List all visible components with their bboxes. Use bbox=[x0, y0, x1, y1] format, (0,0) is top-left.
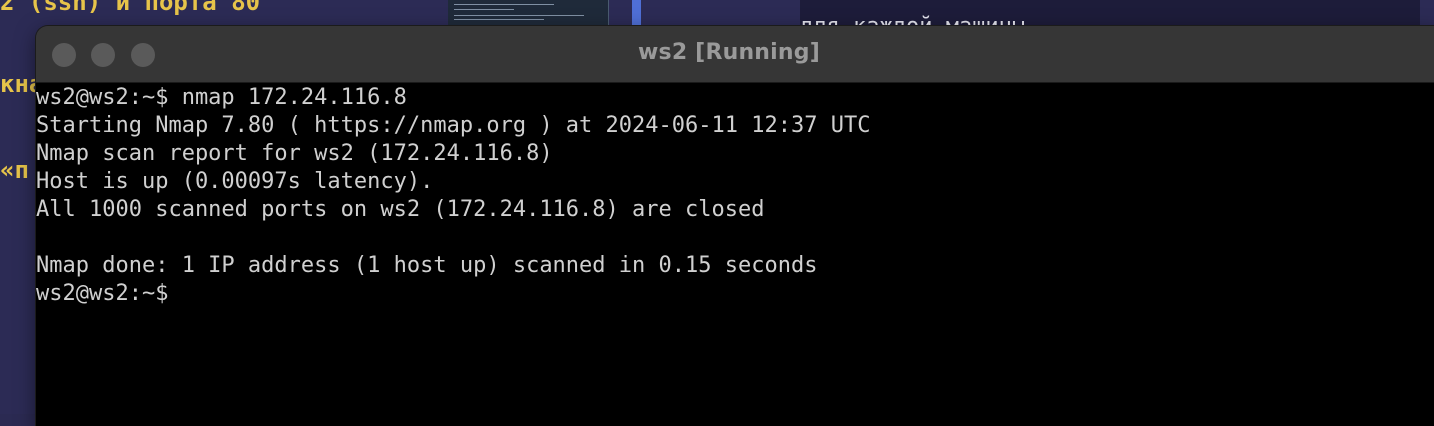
terminal-line-start: Starting Nmap 7.80 ( https://nmap.org ) … bbox=[36, 113, 871, 138]
terminal-line-ports: All 1000 scanned ports on ws2 (172.24.11… bbox=[36, 197, 765, 222]
vm-window: ws2 [Running] ws2@ws2:~$ nmap 172.24.116… bbox=[36, 26, 1434, 426]
terminal-line-done: Nmap done: 1 IP address (1 host up) scan… bbox=[36, 253, 818, 278]
background-thumbnail bbox=[448, 0, 609, 26]
terminal-screen[interactable]: ws2@ws2:~$ nmap 172.24.116.8 Starting Nm… bbox=[36, 83, 1434, 426]
window-titlebar[interactable]: ws2 [Running] bbox=[36, 26, 1434, 83]
background-text-line-1: 2 (ssh) и порта 80 bbox=[0, 0, 261, 16]
background-accent-bar bbox=[632, 0, 641, 26]
terminal-line-command: ws2@ws2:~$ nmap 172.24.116.8 bbox=[36, 85, 407, 110]
window-title: ws2 [Running] bbox=[638, 40, 820, 65]
terminal-line-report: Nmap scan report for ws2 (172.24.116.8) bbox=[36, 141, 553, 166]
background-text-line-3: «п bbox=[0, 156, 29, 184]
terminal-line-host-up: Host is up (0.00097s latency). bbox=[36, 169, 434, 194]
terminal-line-prompt: ws2@ws2:~$ bbox=[36, 281, 169, 306]
